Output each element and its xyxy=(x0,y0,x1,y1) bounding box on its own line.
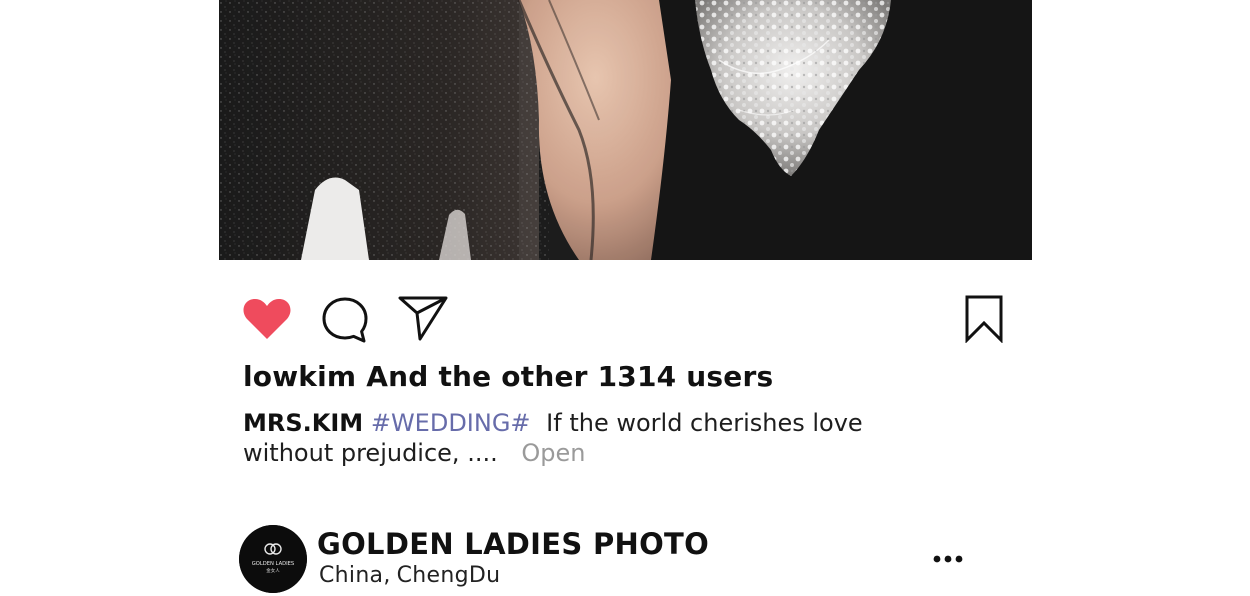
account-name[interactable]: GOLDEN LADIES PHOTO xyxy=(317,527,709,561)
wedding-photo xyxy=(219,0,1032,260)
post-photo[interactable] xyxy=(219,0,1032,260)
likes-count[interactable]: lowkim And the other 1314 users xyxy=(243,360,773,393)
avatar-logo-text: GOLDEN LADIES xyxy=(252,561,294,567)
golden-ladies-logo: GOLDEN LADIES 金女人 xyxy=(239,525,307,593)
comment-button[interactable] xyxy=(321,296,369,344)
share-button[interactable] xyxy=(398,296,448,342)
post-caption: MRS.KIM #WEDDING# If the world cherishes… xyxy=(243,408,943,468)
send-icon xyxy=(398,296,448,341)
caption-hashtag[interactable]: #WEDDING# xyxy=(371,409,531,437)
account-avatar[interactable]: GOLDEN LADIES 金女人 xyxy=(239,525,307,593)
heart-icon xyxy=(243,299,291,339)
bookmark-button[interactable] xyxy=(964,295,1004,343)
more-icon xyxy=(933,555,963,563)
location-city: ChengDu xyxy=(396,563,501,588)
caption-author[interactable]: MRS.KIM xyxy=(243,409,363,437)
open-caption-link[interactable]: Open xyxy=(521,439,585,467)
location-country: China, xyxy=(319,563,391,588)
avatar-logo-subtext: 金女人 xyxy=(266,567,280,574)
more-options-button[interactable] xyxy=(930,548,966,570)
comment-icon xyxy=(322,297,368,343)
post-location[interactable]: China, ChengDu xyxy=(319,563,500,588)
like-button[interactable] xyxy=(242,297,292,341)
bookmark-icon xyxy=(965,295,1003,343)
